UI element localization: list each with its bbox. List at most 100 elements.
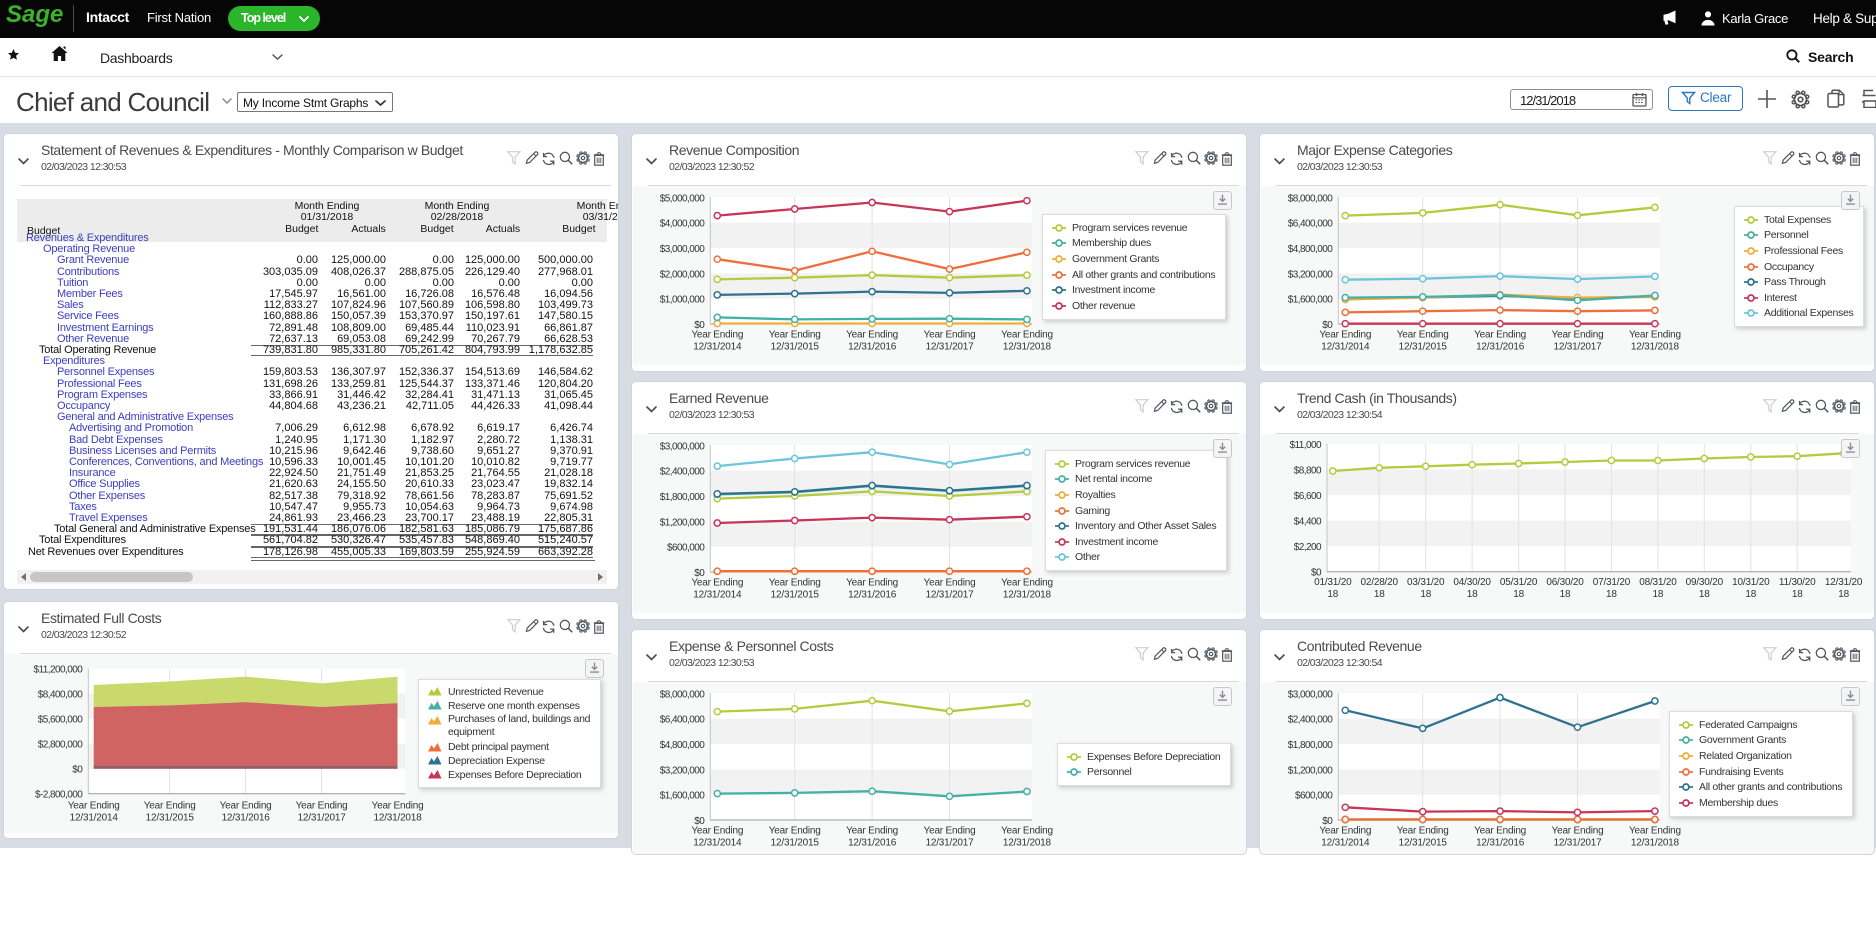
svg-text:Year Ending: Year Ending: [691, 330, 743, 341]
svg-text:12/31/2018: 12/31/2018: [1631, 342, 1680, 353]
svg-text:18: 18: [1606, 589, 1617, 600]
svg-text:Year Ending: Year Ending: [1552, 330, 1604, 341]
svg-text:Year Ending: Year Ending: [220, 801, 272, 812]
svg-text:$1,200,000: $1,200,000: [660, 517, 706, 528]
svg-text:12/31/2017: 12/31/2017: [925, 838, 974, 849]
svg-text:$0: $0: [72, 765, 83, 776]
svg-text:18: 18: [1838, 589, 1849, 600]
svg-text:01/31/20: 01/31/20: [1314, 577, 1352, 588]
svg-text:Year Ending: Year Ending: [1001, 330, 1053, 341]
svg-text:12/31/2015: 12/31/2015: [771, 342, 820, 353]
svg-text:08/31/20: 08/31/20: [1639, 577, 1677, 588]
svg-text:18: 18: [1699, 589, 1710, 600]
svg-text:$8,000,000: $8,000,000: [660, 689, 706, 700]
svg-text:$4,800,000: $4,800,000: [1288, 244, 1334, 255]
svg-text:Year Ending: Year Ending: [1397, 330, 1449, 341]
svg-text:Year Ending: Year Ending: [691, 826, 743, 837]
svg-text:Year Ending: Year Ending: [1319, 330, 1371, 341]
svg-text:$2,200: $2,200: [1294, 542, 1322, 553]
svg-text:12/31/2015: 12/31/2015: [146, 813, 195, 824]
svg-text:$3,200,000: $3,200,000: [660, 765, 706, 776]
svg-text:12/31/2016: 12/31/2016: [222, 813, 271, 824]
svg-text:Year Ending: Year Ending: [68, 801, 120, 812]
svg-text:18: 18: [1560, 589, 1571, 600]
svg-text:12/31/2017: 12/31/2017: [925, 590, 974, 601]
svg-text:$3,000,000: $3,000,000: [1288, 689, 1334, 700]
svg-text:12/31/2016: 12/31/2016: [848, 590, 897, 601]
svg-text:Year Ending: Year Ending: [1474, 330, 1526, 341]
svg-text:12/31/2016: 12/31/2016: [848, 342, 897, 353]
svg-text:$3,200,000: $3,200,000: [1288, 269, 1334, 280]
svg-text:Year Ending: Year Ending: [1474, 826, 1526, 837]
svg-text:12/31/2018: 12/31/2018: [1003, 590, 1052, 601]
svg-text:11/30/20: 11/30/20: [1779, 577, 1816, 588]
svg-text:18: 18: [1467, 589, 1478, 600]
svg-text:07/31/20: 07/31/20: [1593, 577, 1631, 588]
svg-text:18: 18: [1327, 589, 1338, 600]
svg-text:$11,000: $11,000: [1289, 440, 1322, 451]
svg-text:$3,000,000: $3,000,000: [660, 441, 706, 452]
svg-text:10/31/20: 10/31/20: [1732, 577, 1770, 588]
svg-text:$600,000: $600,000: [1295, 791, 1333, 802]
svg-text:$1,800,000: $1,800,000: [660, 492, 706, 503]
svg-text:12/31/2014: 12/31/2014: [693, 838, 742, 849]
svg-text:$3,000,000: $3,000,000: [660, 244, 706, 255]
svg-text:Year Ending: Year Ending: [846, 578, 898, 589]
svg-text:12/31/2014: 12/31/2014: [1321, 342, 1370, 353]
svg-text:Year Ending: Year Ending: [769, 578, 821, 589]
svg-text:Year Ending: Year Ending: [1629, 826, 1681, 837]
svg-text:Year Ending: Year Ending: [1001, 578, 1053, 589]
svg-text:$2,800,000: $2,800,000: [38, 740, 84, 751]
svg-text:$11,200,000: $11,200,000: [33, 665, 83, 676]
svg-text:Year Ending: Year Ending: [296, 801, 348, 812]
svg-text:$1,000,000: $1,000,000: [660, 295, 706, 306]
svg-text:$6,400,000: $6,400,000: [1288, 219, 1334, 230]
svg-text:$8,000,000: $8,000,000: [1288, 193, 1334, 204]
svg-text:Year Ending: Year Ending: [1552, 826, 1604, 837]
svg-text:02/28/20: 02/28/20: [1361, 577, 1399, 588]
svg-text:03/31/20: 03/31/20: [1407, 577, 1445, 588]
svg-text:12/31/2015: 12/31/2015: [1399, 342, 1448, 353]
svg-text:09/30/20: 09/30/20: [1686, 577, 1724, 588]
svg-text:12/31/2014: 12/31/2014: [70, 813, 119, 824]
svg-text:18: 18: [1420, 589, 1431, 600]
svg-text:Year Ending: Year Ending: [769, 826, 821, 837]
svg-text:18: 18: [1653, 589, 1664, 600]
svg-text:$1,600,000: $1,600,000: [660, 791, 706, 802]
svg-text:05/31/20: 05/31/20: [1500, 577, 1538, 588]
svg-text:12/31/2016: 12/31/2016: [1476, 838, 1525, 849]
svg-text:12/31/2016: 12/31/2016: [848, 838, 897, 849]
svg-text:$2,400,000: $2,400,000: [660, 467, 706, 478]
svg-text:$6,400,000: $6,400,000: [660, 715, 706, 726]
svg-text:12/31/2014: 12/31/2014: [693, 590, 742, 601]
svg-text:12/31/2014: 12/31/2014: [1321, 838, 1370, 849]
svg-text:12/31/2017: 12/31/2017: [298, 813, 347, 824]
svg-text:12/31/2015: 12/31/2015: [1399, 838, 1448, 849]
svg-text:18: 18: [1745, 589, 1756, 600]
svg-text:12/31/2018: 12/31/2018: [1003, 838, 1052, 849]
svg-text:$4,000,000: $4,000,000: [660, 219, 706, 230]
svg-text:Year Ending: Year Ending: [846, 330, 898, 341]
svg-text:12/31/2017: 12/31/2017: [1553, 838, 1602, 849]
svg-text:$1,600,000: $1,600,000: [1288, 295, 1334, 306]
svg-text:12/31/2016: 12/31/2016: [1476, 342, 1525, 353]
svg-text:$8,800: $8,800: [1294, 466, 1322, 477]
svg-text:Year Ending: Year Ending: [924, 578, 976, 589]
svg-text:Year Ending: Year Ending: [846, 826, 898, 837]
svg-text:$8,400,000: $8,400,000: [38, 690, 84, 701]
svg-text:12/31/20: 12/31/20: [1825, 577, 1863, 588]
svg-text:18: 18: [1513, 589, 1524, 600]
svg-text:06/30/20: 06/30/20: [1546, 577, 1584, 588]
svg-text:$5,600,000: $5,600,000: [38, 715, 84, 726]
svg-text:12/31/2018: 12/31/2018: [373, 813, 422, 824]
svg-text:$2,000,000: $2,000,000: [660, 269, 706, 280]
svg-text:12/31/2014: 12/31/2014: [693, 342, 742, 353]
svg-text:Year Ending: Year Ending: [144, 801, 196, 812]
svg-text:$6,600: $6,600: [1294, 491, 1322, 502]
svg-text:Year Ending: Year Ending: [1001, 826, 1053, 837]
svg-text:18: 18: [1792, 589, 1803, 600]
svg-text:Year Ending: Year Ending: [769, 330, 821, 341]
svg-text:Year Ending: Year Ending: [691, 578, 743, 589]
svg-text:Year Ending: Year Ending: [372, 801, 424, 812]
svg-text:12/31/2015: 12/31/2015: [771, 838, 820, 849]
